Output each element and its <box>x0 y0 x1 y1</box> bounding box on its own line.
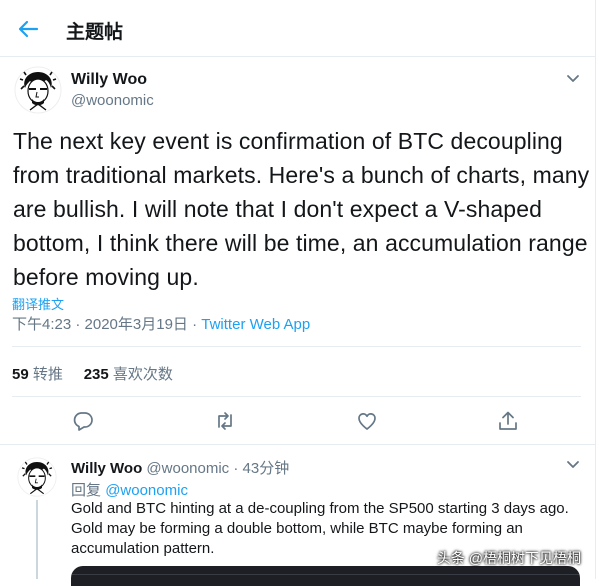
replying-to: 回复 @woonomic <box>71 479 188 500</box>
retweets-label: 转推 <box>32 366 63 383</box>
tweet-meta: 下午4:23 · 2020年3月19日 · Twitter Web App <box>12 313 310 334</box>
thread-line <box>36 500 38 579</box>
avatar-illustration <box>17 457 57 497</box>
retweet-icon[interactable] <box>214 410 236 432</box>
avatar-illustration <box>14 66 62 114</box>
timestamp[interactable]: 下午4:23 · 2020年3月19日 <box>12 316 188 333</box>
reply-avatar[interactable] <box>17 457 57 497</box>
retweets-count: 59 <box>12 366 29 383</box>
header-bar: 主题帖 <box>0 0 595 57</box>
divider <box>12 346 581 347</box>
back-arrow-icon[interactable] <box>16 18 40 40</box>
reply-author-handle[interactable]: @woonomic <box>146 460 229 477</box>
like-icon[interactable] <box>356 410 378 432</box>
source-app-link[interactable]: Twitter Web App <box>201 316 310 333</box>
reply-time[interactable]: · 43分钟 <box>229 460 289 477</box>
divider <box>12 396 581 397</box>
author-name[interactable]: Willy Woo <box>71 71 147 89</box>
engagement-stats: 59 转推 235 喜欢次数 <box>12 363 173 384</box>
reply-author-name[interactable]: Willy Woo <box>71 460 142 477</box>
replying-to-link[interactable]: @woonomic <box>105 482 188 499</box>
translate-tweet-link[interactable]: 翻译推文 <box>12 294 64 313</box>
retweets-stat[interactable]: 59 转推 <box>12 366 63 383</box>
reply-icon[interactable] <box>72 410 94 432</box>
attached-chart-image[interactable] <box>71 566 580 586</box>
chevron-down-icon[interactable] <box>566 460 580 470</box>
chart-gridline <box>71 574 580 575</box>
watermark: 头条 @梧桐树下见梧桐 <box>436 550 581 566</box>
meta-separator: · <box>187 316 202 333</box>
divider <box>0 444 595 445</box>
chevron-down-icon[interactable] <box>566 74 580 84</box>
avatar[interactable] <box>14 66 62 114</box>
likes-stat[interactable]: 235 喜欢次数 <box>84 366 173 383</box>
tweet-text: The next key event is confirmation of BT… <box>13 128 590 290</box>
reply-header: Willy Woo @woonomic · 43分钟 <box>71 457 289 478</box>
replying-prefix: 回复 <box>71 482 102 499</box>
tweet-page: 主题帖 Willy Woo @woonomic The next key eve… <box>0 0 596 586</box>
likes-count: 235 <box>83 366 109 383</box>
author-handle[interactable]: @woonomic <box>71 92 154 109</box>
share-icon[interactable] <box>497 410 519 432</box>
likes-label: 喜欢次数 <box>112 366 173 383</box>
page-title: 主题帖 <box>66 22 124 43</box>
